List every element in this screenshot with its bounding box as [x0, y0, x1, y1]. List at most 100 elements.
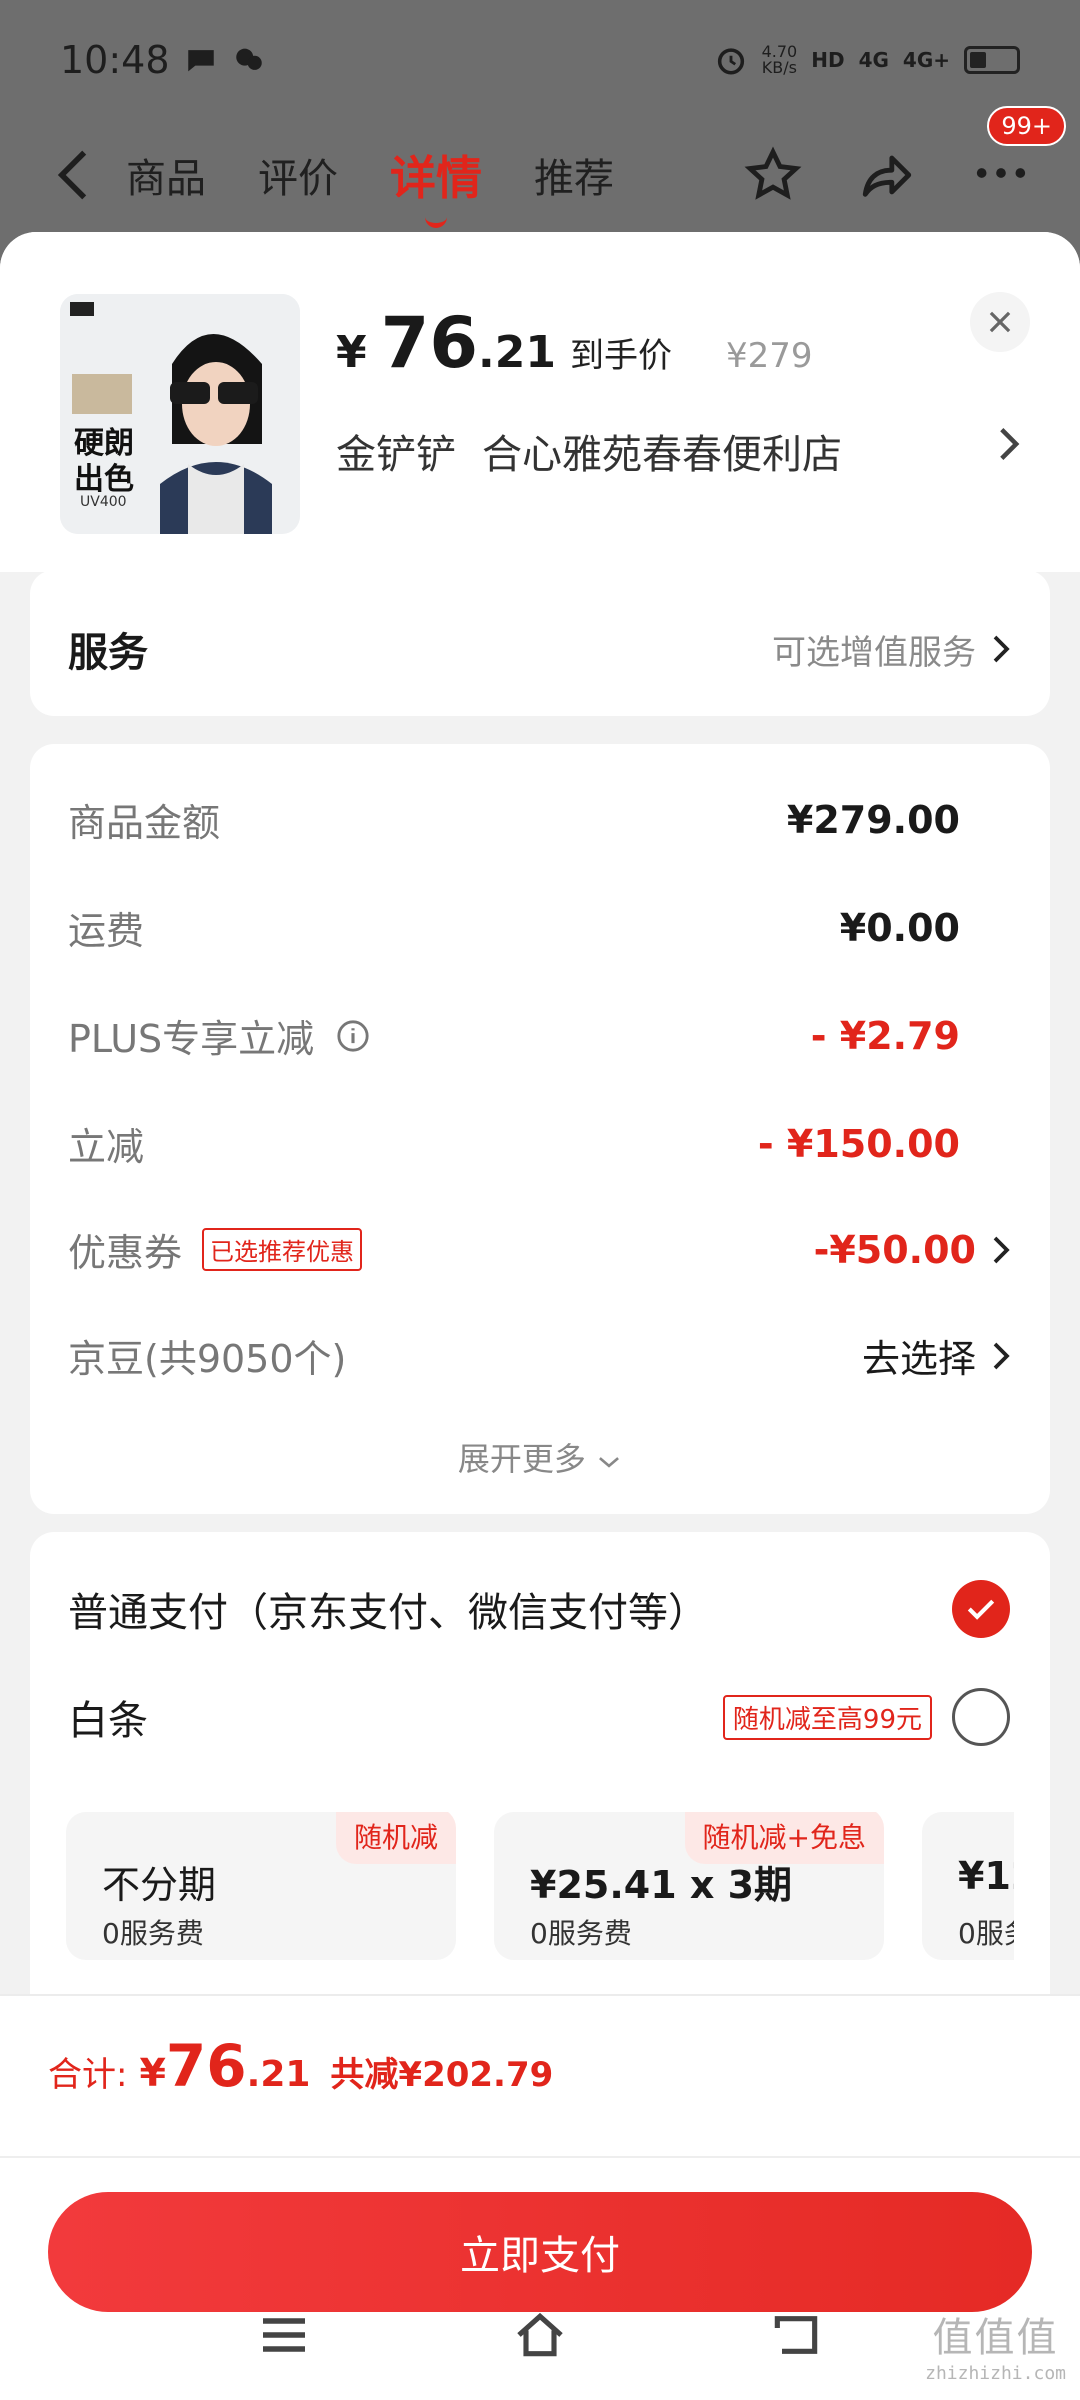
price-integer: 76 [380, 302, 479, 384]
jingdou-label: 京豆(共9050个) [68, 1337, 347, 1381]
goods-amount-label: 商品金额 [68, 801, 221, 845]
plan-fee: 0服务 [958, 1917, 1014, 1950]
tab-goods[interactable]: 商品 [126, 146, 206, 204]
close-button[interactable] [970, 292, 1030, 352]
close-icon [989, 311, 1011, 333]
total-decimal: .21 [246, 2054, 311, 2095]
plan-option-1[interactable]: 随机减 不分期 0服务费 [66, 1812, 456, 1960]
service-row[interactable]: 服务 可选增值服务 [68, 620, 1010, 678]
goods-amount-value: ¥279.00 [786, 797, 960, 842]
thumb-uv: UV400 [80, 494, 127, 510]
service-subtitle: 可选增值服务 [772, 632, 976, 673]
status-time: 10:48 [60, 38, 170, 82]
installment-plans: 随机减 不分期 0服务费 随机减+免息 ¥25.41 x 3期 0服务费 ¥12… [66, 1812, 1014, 1962]
service-card[interactable]: 服务 可选增值服务 [30, 570, 1050, 716]
net-speed: 4.70 KB/s [761, 42, 798, 77]
product-header: 硬朗 出色 UV400 ¥ 76 .21 到手价 ¥279 金铲铲 合心雅苑春春… [0, 232, 1080, 572]
plan-fee: 0服务费 [102, 1917, 204, 1950]
status-left: 10:48 [60, 38, 266, 82]
instant-discount-value: - ¥150.00 [757, 1121, 960, 1166]
payment-baitiao-row[interactable]: 白条 随机减至高99元 [68, 1688, 1010, 1746]
more-dots-icon[interactable] [972, 144, 1030, 202]
message-icon [187, 50, 214, 72]
total-line: 合计: ¥ 76 .21 共减¥202.79 [48, 2032, 553, 2100]
expand-more-button[interactable]: 展开更多 [30, 1434, 1050, 1480]
original-price: ¥279 [726, 336, 813, 376]
plus-discount-value: - ¥2.79 [810, 1013, 960, 1058]
star-icon[interactable] [744, 146, 802, 204]
total-savings: 共减¥202.79 [330, 2055, 554, 2095]
price-line: ¥ 76 .21 到手价 ¥279 [336, 302, 813, 384]
thumb-text-2: 出色 [74, 462, 134, 497]
system-nav-bar [0, 2270, 1080, 2400]
service-title: 服务 [68, 630, 148, 676]
chevron-down-icon [599, 1457, 620, 1468]
plan-main: 不分期 [102, 1863, 217, 1907]
shipping-label: 运费 [68, 909, 145, 953]
more-menu[interactable]: 99+ [972, 106, 1066, 206]
battery-icon [964, 46, 1020, 74]
nav-actions: 99+ [744, 106, 1066, 206]
coupon-value: -¥50.00 [813, 1227, 976, 1272]
amount-row-instant: 立减 - ¥150.00 [68, 1116, 1010, 1171]
instant-discount-label: 立减 [68, 1125, 145, 1169]
baitiao-tag: 随机减至高99元 [722, 1694, 932, 1740]
plan-main: ¥25.41 x 3期 [530, 1863, 793, 1907]
baitiao-label: 白条 [68, 1698, 148, 1744]
wechat-icon [235, 48, 262, 70]
amount-row-plus: PLUS专享立减 - ¥2.79 [68, 1008, 1010, 1063]
total-integer: 76 [165, 2032, 247, 2100]
payment-normal-row[interactable]: 普通支付（京东支付、微信支付等） [68, 1580, 1010, 1638]
home-icon[interactable] [512, 2307, 568, 2363]
watermark-main: 值值值 [932, 2315, 1059, 2361]
chevron-right-icon [993, 1236, 1010, 1263]
status-right: 4.70 KB/s HD 4G 4G+ [714, 43, 1020, 77]
product-thumbnail: 硬朗 出色 UV400 [60, 294, 300, 534]
total-label: 合计: [48, 2055, 128, 2095]
amount-row-shipping: 运费 ¥0.00 [68, 900, 1010, 955]
back-icon[interactable] [768, 2307, 824, 2363]
plus-discount-label: PLUS专享立减 [68, 1017, 315, 1061]
normal-payment-label: 普通支付（京东支付、微信支付等） [68, 1590, 708, 1636]
back-arrow-icon[interactable] [50, 147, 96, 203]
plan-option-3[interactable]: ¥12 0服务 [922, 1812, 1014, 1960]
tab-details[interactable]: 详情 [390, 142, 482, 228]
shop-line[interactable]: 金铲铲 合心雅苑春春便利店 [336, 422, 842, 480]
share-icon[interactable] [858, 146, 916, 204]
divider [0, 2156, 1080, 2158]
chevron-right-icon[interactable] [998, 426, 1020, 462]
shop-prefix: 金铲铲 [336, 432, 456, 478]
amount-row-goods: 商品金额 ¥279.00 [68, 792, 1010, 847]
tab-recommend[interactable]: 推荐 [534, 146, 614, 204]
watermark-site: zhizhizhi.com [925, 2363, 1066, 2384]
checkout-sheet: 硬朗 出色 UV400 ¥ 76 .21 到手价 ¥279 金铲铲 合心雅苑春春… [0, 232, 1080, 2400]
price-label: 到手价 [570, 336, 672, 376]
top-nav: 商品 评价 详情 推荐 99+ [0, 106, 1080, 230]
amount-row-jingdou[interactable]: 京豆(共9050个) 去选择 [68, 1328, 1010, 1383]
jingdou-value: 去选择 [861, 1337, 976, 1381]
coupon-tag: 已选推荐优惠 [202, 1228, 363, 1271]
notification-badge: 99+ [987, 106, 1066, 146]
price-symbol: ¥ [336, 327, 367, 378]
amount-card: 商品金额 ¥279.00 运费 ¥0.00 PLUS专享立减 - ¥2.79 立… [30, 744, 1050, 1514]
signal-4g-plus: 4G+ [902, 48, 950, 72]
shipping-value: ¥0.00 [839, 905, 960, 950]
signal-4g: 4G [858, 48, 889, 72]
info-icon[interactable] [336, 1019, 370, 1053]
check-icon [967, 1599, 995, 1620]
price-decimal: .21 [478, 327, 556, 378]
tab-reviews[interactable]: 评价 [258, 146, 338, 204]
watermark: 值值值 zhizhizhi.com [925, 2305, 1066, 2384]
coupon-label: 优惠券 [68, 1231, 183, 1275]
menu-icon[interactable] [256, 2307, 312, 2363]
total-symbol: ¥ [139, 2051, 166, 2095]
normal-payment-radio[interactable] [952, 1580, 1010, 1638]
amount-row-coupon[interactable]: 优惠券 已选推荐优惠 -¥50.00 [68, 1222, 1010, 1277]
hd-indicator: HD [811, 48, 845, 72]
plan-option-2[interactable]: 随机减+免息 ¥25.41 x 3期 0服务费 [494, 1812, 884, 1960]
chevron-right-icon [993, 635, 1010, 663]
shop-name: 合心雅苑春春便利店 [482, 432, 842, 478]
alarm-icon [717, 48, 744, 75]
expand-more-label: 展开更多 [457, 1440, 586, 1478]
baitiao-radio[interactable] [952, 1688, 1010, 1746]
